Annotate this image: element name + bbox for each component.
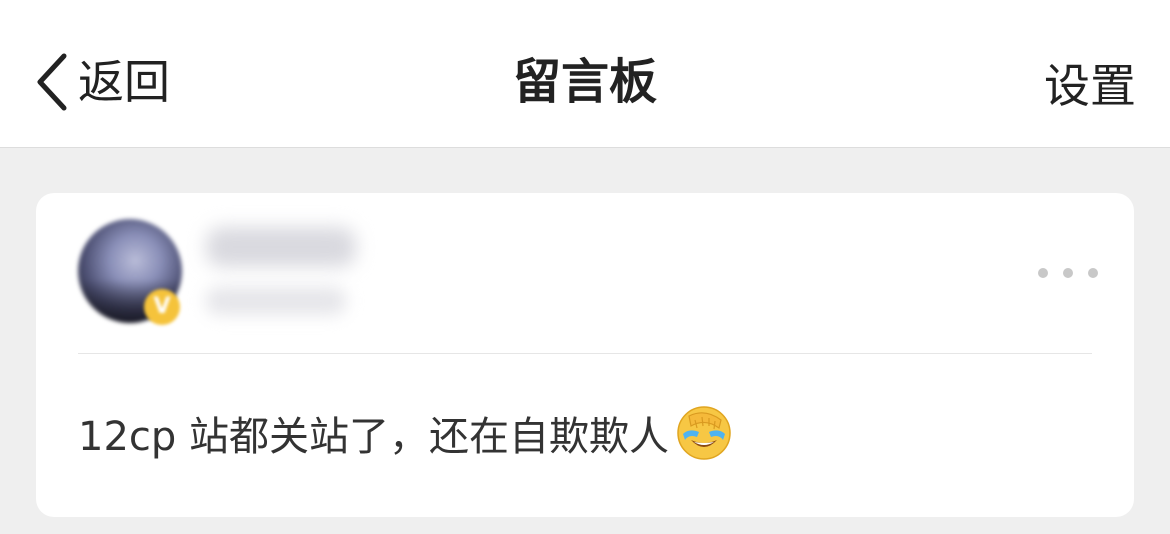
facepalm-laugh-emoji-icon <box>675 404 733 462</box>
comment-text: 12cp 站都关站了，还在自欺欺人 <box>78 414 669 460</box>
divider <box>78 353 1092 354</box>
more-dot-icon <box>1088 268 1098 278</box>
comment-card: V 12cp 站都关站了，还在自欺欺人 <box>36 193 1134 517</box>
settings-button[interactable]: 设置 <box>1044 54 1136 118</box>
chevron-left-icon <box>34 52 70 112</box>
page-title: 留言板 <box>512 54 657 110</box>
comment-body: 12cp 站都关站了，还在自欺欺人 <box>78 401 733 465</box>
back-button[interactable]: 返回 <box>34 50 170 114</box>
comment-meta-redacted <box>206 287 346 315</box>
navigation-bar: 返回 留言板 设置 <box>0 0 1170 148</box>
more-dot-icon <box>1038 268 1048 278</box>
username-redacted[interactable] <box>206 227 356 267</box>
more-options-button[interactable] <box>1038 261 1098 285</box>
verified-badge: V <box>144 289 180 325</box>
message-board-screen: 返回 留言板 设置 V 12cp 站都关站了，还在自欺欺人 <box>0 0 1170 534</box>
more-dot-icon <box>1063 268 1073 278</box>
back-label: 返回 <box>78 55 170 109</box>
